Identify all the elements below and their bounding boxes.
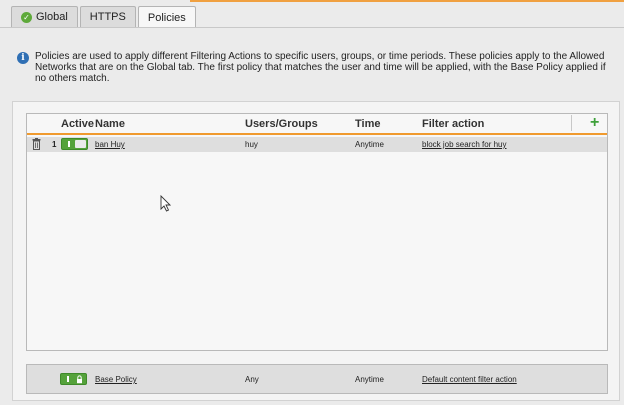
info-icon: i [17, 52, 29, 64]
policy-name-link[interactable]: ban Huy [95, 140, 125, 149]
lock-icon [77, 375, 82, 384]
info-message: i Policies are used to apply different F… [17, 51, 617, 84]
time-value[interactable]: Anytime [355, 140, 384, 149]
column-active[interactable]: Active [61, 118, 94, 130]
policies-table: Active Name Users/Groups Time Filter act… [26, 113, 608, 351]
table-row[interactable]: 1 ban Huy huy Anytime block job search f… [27, 137, 607, 152]
column-time[interactable]: Time [355, 118, 380, 130]
tab-global-label: Global [36, 11, 68, 23]
table-header: Active Name Users/Groups Time Filter act… [27, 114, 607, 135]
trash-icon[interactable] [32, 138, 41, 150]
tab-policies-label: Policies [147, 11, 186, 24]
active-toggle[interactable] [61, 138, 88, 150]
base-policy-row[interactable]: Base Policy Any Anytime Default content … [26, 364, 608, 394]
toggle-on-indicator [68, 141, 70, 147]
tab-global[interactable]: ✓ Global [11, 6, 78, 27]
column-filter-action[interactable]: Filter action [422, 118, 484, 130]
users-groups-value[interactable]: huy [245, 140, 258, 149]
base-policy-filter-link[interactable]: Default content filter action [422, 375, 517, 384]
add-icon[interactable]: + [571, 115, 599, 131]
base-policy-name-link[interactable]: Base Policy [95, 375, 137, 384]
mouse-pointer-icon [160, 195, 171, 212]
toggle-knob [75, 140, 86, 148]
base-policy-users: Any [245, 375, 259, 384]
tab-divider [0, 27, 624, 28]
tab-https-label: HTTPS [89, 11, 126, 23]
base-policy-time: Anytime [355, 375, 384, 384]
toggle-on-indicator [67, 376, 69, 382]
filter-action-link[interactable]: block job search for huy [422, 140, 507, 149]
tab-bar: ✓ Global HTTPS Policies [11, 6, 196, 28]
row-index: 1 [52, 140, 57, 149]
check-circle-icon: ✓ [21, 11, 32, 23]
info-text: Policies are used to apply different Fil… [35, 51, 606, 84]
column-users[interactable]: Users/Groups [245, 118, 318, 130]
tab-https[interactable]: HTTPS [79, 6, 136, 27]
column-name[interactable]: Name [95, 118, 125, 130]
top-accent-line [190, 0, 624, 2]
tab-policies[interactable]: Policies [137, 6, 196, 28]
base-policy-toggle [60, 373, 87, 385]
